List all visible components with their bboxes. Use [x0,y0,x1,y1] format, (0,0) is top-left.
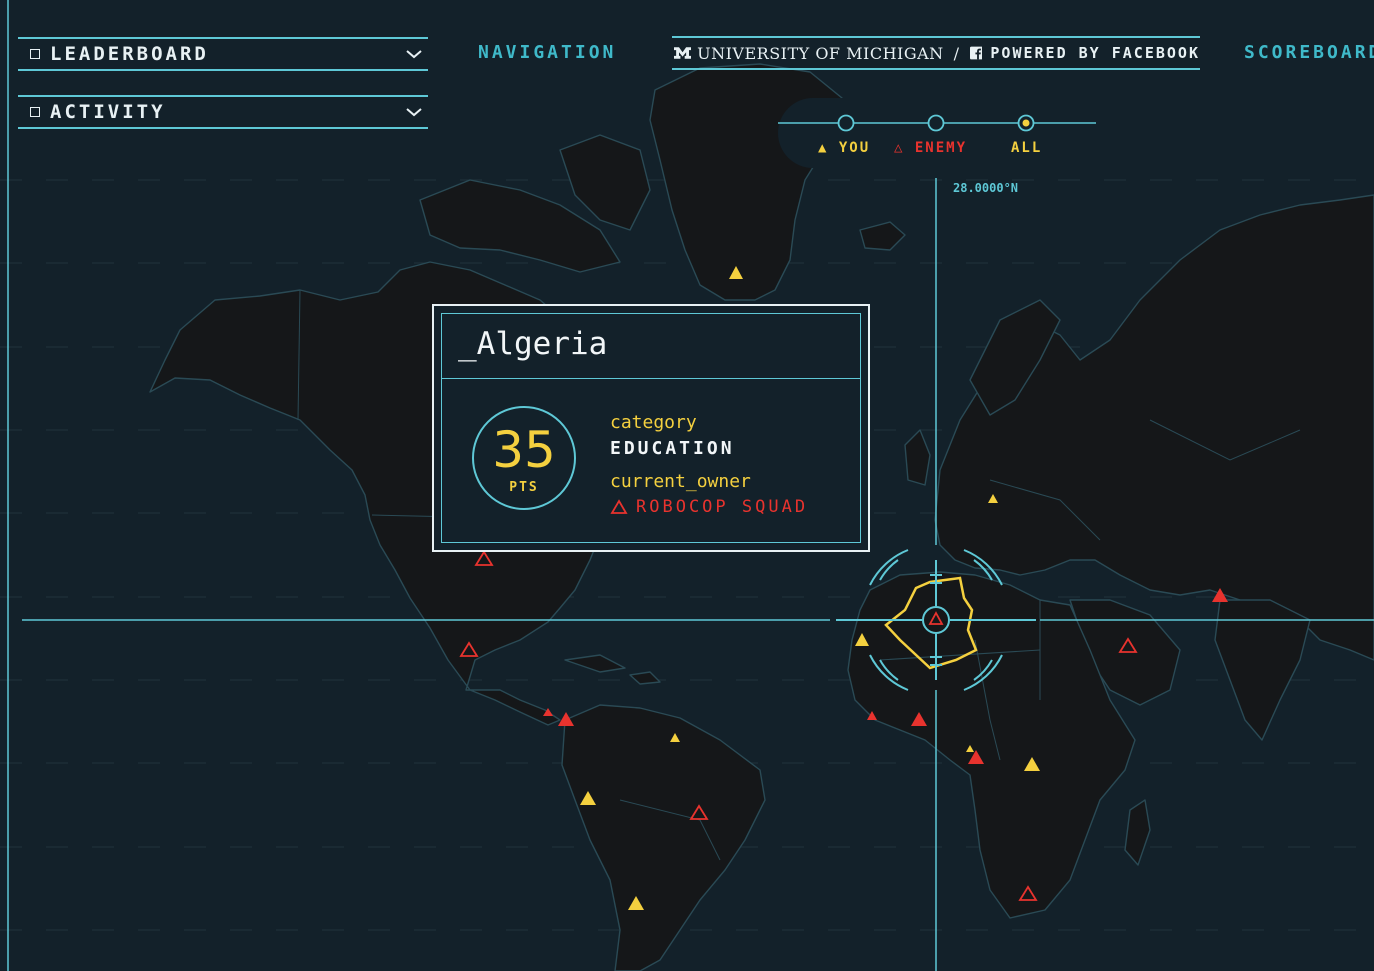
enemy-marker-centralamerica[interactable] [543,708,553,716]
powered-by-label: POWERED BY FACEBOOK [990,44,1200,62]
facebook-icon [969,46,983,60]
country-info-card: _Algeria 35 PTS category EDUCATION curre… [432,304,870,552]
enemy-marker-mexico[interactable] [459,641,479,657]
country-name: _Algeria [458,326,608,362]
you-marker-cameroon[interactable] [966,745,974,752]
owner-value-row: ROBOCOP SQUAD [610,497,808,517]
game-map-stage: LEADERBOARD ACTIVITY NAVIGATION UNIVERSI… [0,0,1374,971]
filter-slider[interactable] [778,110,1098,138]
owner-key: current_owner [610,471,751,492]
activity-label: ACTIVITY [50,101,166,123]
activity-dropdown[interactable]: ACTIVITY [18,95,428,129]
filter-enemy-label: ENEMY [914,140,968,156]
enemy-marker-pakistan[interactable] [1212,588,1228,602]
you-marker-guyana[interactable] [670,733,680,742]
enemy-marker-costarica[interactable] [558,712,574,726]
you-marker-peru[interactable] [580,791,596,805]
university-label: UNIVERSITY OF MICHIGAN [697,43,944,63]
scoreboard-tab[interactable]: SCOREBOARD [1244,42,1374,63]
outline-triangle-icon: △ [894,140,905,156]
points-unit: PTS [509,480,539,495]
outline-triangle-icon [610,499,628,514]
filter-you[interactable]: ▲ YOU [818,140,870,156]
category-value: EDUCATION [610,438,735,459]
card-divider [442,378,860,379]
filter-enemy[interactable]: △ ENEMY [894,140,967,156]
block-m-icon [674,47,692,59]
square-icon [30,107,40,117]
you-marker-greenland[interactable] [729,266,743,279]
filter-all[interactable]: ALL [1011,140,1042,156]
leaderboard-label: LEADERBOARD [50,43,209,65]
you-marker-argentina[interactable] [628,896,644,910]
latitude-readout: 28.0000°N [953,181,1019,195]
navigation-tab[interactable]: NAVIGATION [478,42,616,63]
chevron-down-icon[interactable] [406,107,422,117]
enemy-marker-brazil[interactable] [689,804,709,820]
filter-knob-enemy[interactable] [927,114,945,132]
you-marker-centralafrica[interactable] [1024,757,1040,771]
country-info-card-inner: _Algeria 35 PTS category EDUCATION curre… [441,313,861,543]
points-value: 35 [492,421,556,479]
sponsor-separator: / [953,43,960,63]
enemy-marker-saudi[interactable] [1118,637,1138,653]
enemy-marker-algeria[interactable] [928,611,944,625]
filled-triangle-icon: ▲ [818,140,829,156]
enemy-marker-gabon[interactable] [968,750,984,764]
enemy-marker-usa[interactable] [474,550,494,566]
leaderboard-dropdown[interactable]: LEADERBOARD [18,37,428,71]
filter-selected-dot [1022,119,1030,127]
square-icon [30,49,40,59]
category-key: category [610,412,697,433]
enemy-marker-ghana[interactable] [911,712,927,726]
enemy-marker-southafrica[interactable] [1018,885,1038,901]
sponsor-bar: UNIVERSITY OF MICHIGAN / POWERED BY FACE… [672,36,1200,70]
you-marker-europe[interactable] [988,494,998,503]
chevron-down-icon[interactable] [406,49,422,59]
filter-knob-you[interactable] [837,114,855,132]
filter-you-label: YOU [838,140,871,156]
points-badge: 35 PTS [472,406,576,510]
owner-value: ROBOCOP SQUAD [636,497,809,517]
filter-all-label: ALL [1011,140,1043,156]
you-marker-westafrica[interactable] [855,633,869,646]
enemy-marker-liberia[interactable] [867,711,877,720]
